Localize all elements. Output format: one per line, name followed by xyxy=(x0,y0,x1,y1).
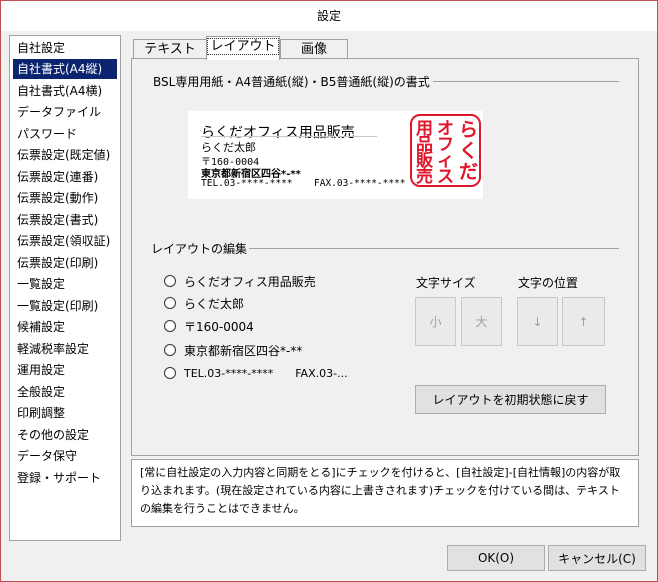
layout-option-label: 〒160-0004 xyxy=(184,319,254,334)
tab-image[interactable]: 画像 xyxy=(280,39,348,59)
sidebar-item-slip-numbering[interactable]: 伝票設定(連番) xyxy=(13,167,117,187)
svg-text:く: く xyxy=(459,140,478,162)
sidebar-item-general[interactable]: 全般設定 xyxy=(13,382,117,402)
preview-company-rule xyxy=(201,136,377,137)
radio-button[interactable] xyxy=(164,297,176,309)
sidebar-item-registration-support[interactable]: 登録・サポート xyxy=(13,468,117,488)
preview-tel: TEL.03-****-**** xyxy=(201,178,293,189)
stamp-graphic: ら く だ オ フ ィ ス 用 品 販 売 xyxy=(416,119,478,187)
sidebar-item-company-format-a4-portrait[interactable]: 自社書式(A4縦) xyxy=(13,59,117,79)
sidebar-item-password[interactable]: パスワード xyxy=(13,124,117,144)
svg-text:だ: だ xyxy=(459,161,478,183)
sync-info-text: [常に自社設定の入力内容と同期をとる]にチェックを付けると、[自社設定]-[自社… xyxy=(131,459,639,527)
layout-option-label: らくだオフィス用品販売 xyxy=(184,274,316,289)
layout-option-label: TEL.03-****-**** FAX.03-... xyxy=(184,367,348,380)
font-size-label: 文字サイズ xyxy=(416,276,476,290)
layout-option-person[interactable]: らくだ太郎 xyxy=(164,293,244,313)
layout-group-title: レイアウトの編集 xyxy=(151,242,248,256)
layout-option-company[interactable]: らくだオフィス用品販売 xyxy=(164,271,316,291)
radio-button[interactable] xyxy=(164,275,176,287)
layout-option-label: 東京都新宿区四谷*-** xyxy=(184,343,303,358)
svg-text:売: 売 xyxy=(416,166,433,185)
sidebar-item-operation[interactable]: 運用設定 xyxy=(13,360,117,380)
radio-button[interactable] xyxy=(164,320,176,332)
sidebar-item-slip-defaults[interactable]: 伝票設定(既定値) xyxy=(13,145,117,165)
sidebar-item-slip-behavior[interactable]: 伝票設定(動作) xyxy=(13,188,117,208)
layout-option-label: らくだ太郎 xyxy=(184,296,245,311)
sidebar-item-slip-receipt[interactable]: 伝票設定(領収証) xyxy=(13,231,117,251)
svg-text:ス: ス xyxy=(437,167,454,185)
font-size-large-button[interactable]: 大 xyxy=(461,297,502,346)
tab-layout[interactable]: レイアウト xyxy=(206,36,280,60)
tab-layout-label: レイアウト xyxy=(207,38,279,55)
sidebar-item-company-settings[interactable]: 自社設定 xyxy=(13,38,117,58)
svg-text:ら: ら xyxy=(459,119,478,141)
preview-group-divider xyxy=(433,81,619,82)
preview-fax: FAX.03-****-**** xyxy=(314,178,406,189)
sidebar-item-list-settings[interactable]: 一覧設定 xyxy=(13,274,117,294)
font-size-small-button[interactable]: 小 xyxy=(415,297,456,346)
text-position-label: 文字の位置 xyxy=(518,276,579,290)
cancel-button[interactable]: キャンセル(C) xyxy=(548,545,646,571)
tab-text[interactable]: テキスト xyxy=(133,39,207,59)
radio-button[interactable] xyxy=(164,367,176,379)
window-title: 設定 xyxy=(1,1,657,31)
sidebar-item-slip-print[interactable]: 伝票設定(印刷) xyxy=(13,253,117,273)
radio-button[interactable] xyxy=(164,344,176,356)
sidebar-item-reduced-tax[interactable]: 軽減税率設定 xyxy=(13,339,117,359)
company-stamp-seal: ら く だ オ フ ィ ス 用 品 販 売 xyxy=(410,114,481,187)
sidebar-item-data-file[interactable]: データファイル xyxy=(13,102,117,122)
reset-layout-button[interactable]: レイアウトを初期状態に戻す xyxy=(415,385,606,414)
layout-option-tel-fax[interactable]: TEL.03-****-**** FAX.03-... xyxy=(164,363,348,383)
settings-category-list[interactable]: 自社設定 自社書式(A4縦) 自社書式(A4横) データファイル パスワード 伝… xyxy=(9,35,121,541)
sidebar-item-slip-format[interactable]: 伝票設定(書式) xyxy=(13,210,117,230)
sidebar-item-print-adjust[interactable]: 印刷調整 xyxy=(13,403,117,423)
sidebar-item-list-print[interactable]: 一覧設定(印刷) xyxy=(13,296,117,316)
preview-group-title: BSL専用用紙・A4普通紙(縦)・B5普通紙(縦)の書式 xyxy=(153,75,430,89)
move-down-button[interactable]: ↓ xyxy=(517,297,558,346)
move-up-button[interactable]: ↑ xyxy=(562,297,605,346)
layout-option-postal[interactable]: 〒160-0004 xyxy=(164,316,254,336)
sidebar-item-data-maintenance[interactable]: データ保守 xyxy=(13,446,117,466)
settings-dialog: 設定 自社設定 自社書式(A4縦) 自社書式(A4横) データファイル パスワー… xyxy=(0,0,658,582)
layout-group-divider xyxy=(249,248,619,249)
sidebar-item-company-format-a4-landscape[interactable]: 自社書式(A4横) xyxy=(13,81,117,101)
ok-button[interactable]: OK(O) xyxy=(447,545,545,571)
sidebar-item-other[interactable]: その他の設定 xyxy=(13,425,117,445)
sidebar-item-candidate-settings[interactable]: 候補設定 xyxy=(13,317,117,337)
layout-option-address[interactable]: 東京都新宿区四谷*-** xyxy=(164,340,302,360)
